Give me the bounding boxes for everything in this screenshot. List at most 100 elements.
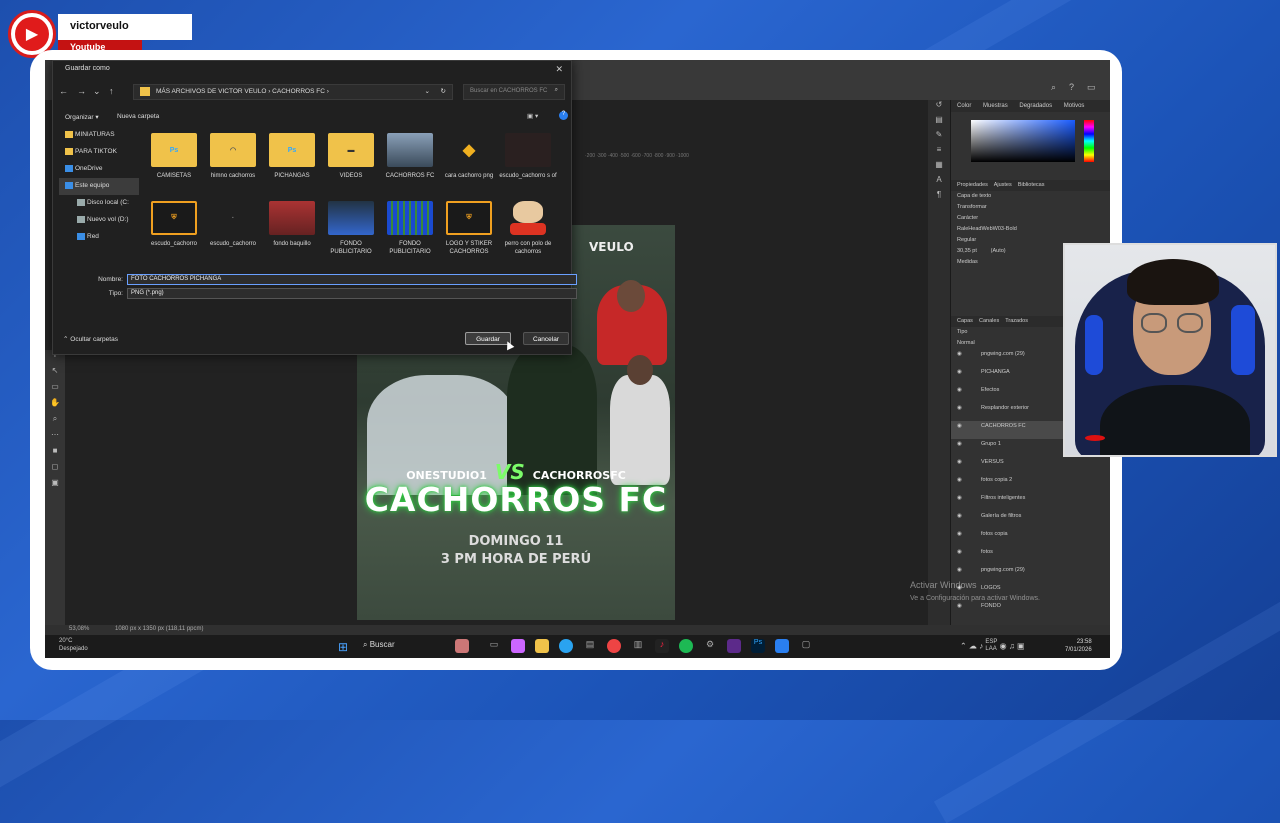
forward-arrow-icon[interactable]: → [77,86,86,96]
file-item[interactable]: Ps CAMISETAS [145,133,203,195]
eye-icon[interactable]: ◉ [957,567,962,573]
tab-paths[interactable]: Trazados [1005,318,1028,324]
history-icon[interactable]: ↺ [928,100,950,115]
view-icon[interactable]: ▣ ▾ [527,112,538,120]
eye-icon[interactable]: ◉ [957,531,962,537]
clock[interactable]: 23:58 7/01/2026 [1065,638,1092,654]
help-icon[interactable]: ? [1069,82,1074,92]
layer-row[interactable]: ◉ Filtros inteligentes [951,493,1110,511]
tab-layers[interactable]: Capas [957,318,973,324]
prop-size-value[interactable]: 30,35 pt [957,248,977,254]
up-arrow-icon[interactable]: ↑ [109,86,114,96]
rectangle-tool-icon[interactable]: ▭ [45,382,65,398]
chevron-down-icon[interactable]: ⌄ [425,87,430,95]
eye-icon[interactable]: ◉ [957,513,962,519]
eye-icon[interactable]: ◉ [957,549,962,555]
search-input[interactable]: Buscar en CACHORROS FC ⌕ [463,84,565,100]
path-tool-icon[interactable]: ↖ [45,366,65,382]
file-item[interactable]: fondo baquillo [263,201,321,263]
prop-character[interactable]: Carácter [951,213,1110,224]
nav-item[interactable]: Nuevo vol (D:) [59,212,139,229]
app-icon[interactable] [727,639,741,653]
tab-gradients[interactable]: Degradados [1019,103,1052,109]
eye-icon[interactable]: ◉ [957,351,962,357]
cancel-button[interactable]: Cancelar [523,332,569,345]
file-item[interactable]: CACHORROS FC [381,133,439,195]
file-item[interactable]: ⛨ LOGO Y STIKER CACHORROS [440,201,498,263]
edge-icon[interactable] [559,639,573,653]
tiktok-icon[interactable]: ♪ [655,639,669,653]
photoshop-icon[interactable]: Ps [751,639,765,653]
file-item[interactable]: · escudo_cachorro [204,201,262,263]
eye-icon[interactable]: ◉ [957,369,962,375]
color-swatch-icon[interactable]: ■ [45,446,65,462]
filetype-select[interactable]: PNG (*.png) [127,288,577,299]
layer-row[interactable]: ◉ fotos [951,547,1110,565]
search-icon[interactable]: ⌕ [1051,82,1056,93]
file-item[interactable]: ◆ cara cachorro png [440,133,498,195]
adjust-icon[interactable]: ≡ [928,145,950,160]
file-item[interactable]: ◠ himno cachorros [204,133,262,195]
language-indicator[interactable]: ESP LAA [985,639,997,653]
store-icon[interactable]: ▤ [583,639,597,653]
chevron-down-icon[interactable]: ⌄ [93,86,101,97]
weather-widget[interactable]: 20°C Despejado [59,638,88,654]
new-folder-button[interactable]: Nueva carpeta [117,113,159,120]
task-view-icon[interactable]: ▭ [487,639,501,653]
layer-row[interactable]: ◉ fotos copia 2 [951,475,1110,493]
filename-input[interactable]: FOTO CACHORROS PICHANGA [127,274,577,285]
nav-item[interactable]: Este equipo [59,178,139,195]
tab-adjustments[interactable]: Ajustes [994,182,1012,188]
hue-slider[interactable] [1084,120,1094,162]
close-icon[interactable]: ✕ [555,64,563,75]
explorer-icon[interactable] [535,639,549,653]
eye-icon[interactable]: ◉ [957,495,962,501]
nav-item[interactable]: OneDrive [59,161,139,178]
layers-icon[interactable]: ▦ [928,160,950,175]
chrome-icon[interactable] [607,639,621,653]
layer-row[interactable]: ◉ VERSUS [951,457,1110,475]
tab-patterns[interactable]: Motivos [1064,103,1085,109]
refresh-icon[interactable]: ↻ [441,87,446,95]
eye-icon[interactable]: ◉ [957,477,962,483]
comment-icon[interactable]: ▤ [928,115,950,130]
tab-libraries[interactable]: Bibliotecas [1018,182,1045,188]
eye-icon[interactable]: ◉ [957,459,962,465]
file-item[interactable]: ⛨ escudo_cachorro [145,201,203,263]
capture-icon[interactable]: ▥ [631,639,645,653]
back-arrow-icon[interactable]: ← [59,86,68,96]
app-icon[interactable]: ▢ [799,639,813,653]
zoom-tool-icon[interactable]: ⌕ [45,414,65,430]
more-tools-icon[interactable]: ⋯ [45,430,65,446]
file-item[interactable]: FONDO PUBLICITARIO [381,201,439,263]
eye-icon[interactable]: ◉ [957,387,962,393]
hand-tool-icon[interactable]: ✋ [45,398,65,414]
prop-font[interactable]: RaleHeadWebW03-Bold [951,224,1110,235]
hide-folders-toggle[interactable]: ⌃ Ocultar carpetas [63,335,118,343]
file-item[interactable]: escudo_cachorro s of [499,133,557,195]
eye-icon[interactable]: ◉ [957,603,962,609]
nav-item[interactable]: Disco local (C: [59,195,139,212]
eye-icon[interactable]: ◉ [957,423,962,429]
brush-icon[interactable]: ✎ [928,130,950,145]
layer-row[interactable]: ◉ Galería de filtros [951,511,1110,529]
color-picker[interactable] [971,120,1075,162]
tab-color[interactable]: Color [957,103,971,109]
character-icon[interactable]: A [928,175,950,190]
spotify-icon[interactable] [679,639,693,653]
file-item[interactable]: Ps PICHANGAS [263,133,321,195]
windows-start-icon[interactable]: ⊞ [338,640,348,654]
help-icon[interactable]: ? [559,111,568,120]
eye-icon[interactable]: ◉ [957,441,962,447]
system-tray[interactable]: ⌃ ☁ ♪ ESP LAA ◉ ♫ ▣ [960,639,1025,653]
layer-row[interactable]: ◉ FONDO [951,601,1110,619]
screen-mode-icon[interactable]: ▣ [45,478,65,494]
nav-item[interactable]: Red [59,229,139,246]
taskbar-search[interactable]: ⌕ Buscar [363,640,395,650]
file-item[interactable]: FONDO PUBLICITARIO [322,201,380,263]
quickmask-icon[interactable]: ◻ [45,462,65,478]
app-icon[interactable] [775,639,789,653]
breadcrumb[interactable]: MÁS ARCHIVOS DE VICTOR VEULO › CACHORROS… [156,88,329,95]
zoom-level[interactable]: 53,08% [69,626,89,632]
settings-icon[interactable]: ⚙ [703,639,717,653]
